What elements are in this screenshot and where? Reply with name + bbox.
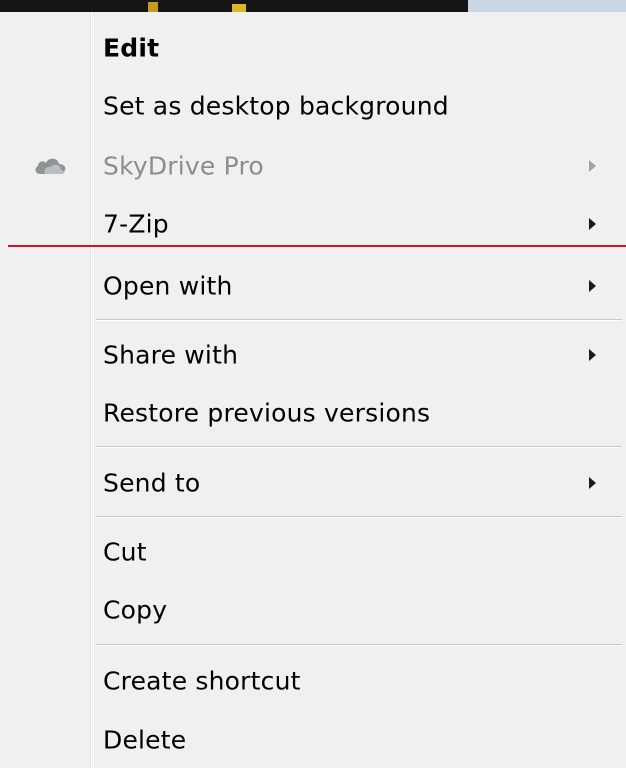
menu-item-7-zip[interactable]: 7-Zip xyxy=(0,196,626,252)
menu-item-copy[interactable]: Copy xyxy=(0,582,626,638)
menu-separator xyxy=(96,319,622,321)
background-image-detail xyxy=(232,4,246,12)
menu-item-label: Set as desktop background xyxy=(103,91,449,121)
menu-item-label: SkyDrive Pro xyxy=(103,151,264,181)
menu-item-set-as-desktop-background[interactable]: Set as desktop background xyxy=(0,78,626,134)
menu-item-share-with[interactable]: Share with xyxy=(0,327,626,383)
desktop-background-strip xyxy=(0,0,626,12)
submenu-arrow-icon xyxy=(589,160,596,172)
menu-item-label: Delete xyxy=(103,725,187,755)
background-image-detail xyxy=(148,2,158,12)
menu-item-label: Edit xyxy=(103,33,160,63)
menu-item-label: Share with xyxy=(103,340,239,370)
menu-item-label: Open with xyxy=(103,271,233,301)
menu-item-label: Create shortcut xyxy=(103,666,301,696)
submenu-arrow-icon xyxy=(589,477,596,489)
submenu-arrow-icon xyxy=(589,280,596,292)
menu-separator xyxy=(96,446,622,448)
menu-item-label: Restore previous versions xyxy=(103,398,431,428)
menu-item-restore-previous-versions[interactable]: Restore previous versions xyxy=(0,385,626,441)
menu-item-delete[interactable]: Delete xyxy=(0,712,626,768)
menu-item-cut[interactable]: Cut xyxy=(0,524,626,580)
menu-item-skydrive-pro[interactable]: SkyDrive Pro xyxy=(0,138,626,194)
menu-item-open-with[interactable]: Open with xyxy=(0,258,626,314)
menu-item-label: Send to xyxy=(103,468,201,498)
cloud-icon xyxy=(35,158,66,174)
submenu-arrow-icon xyxy=(589,349,596,361)
menu-separator xyxy=(96,516,622,518)
red-highlight-line xyxy=(8,245,626,247)
menu-item-create-shortcut[interactable]: Create shortcut xyxy=(0,653,626,709)
menu-item-label: 7-Zip xyxy=(103,209,169,239)
submenu-arrow-icon xyxy=(589,218,596,230)
menu-separator xyxy=(96,644,622,646)
menu-item-label: Cut xyxy=(103,537,147,567)
menu-item-label: Copy xyxy=(103,595,168,625)
menu-item-edit[interactable]: Edit xyxy=(0,20,626,76)
menu-item-send-to[interactable]: Send to xyxy=(0,455,626,511)
screen: Edit Set as desktop background SkyDrive … xyxy=(0,0,626,768)
context-menu: Edit Set as desktop background SkyDrive … xyxy=(0,12,626,768)
